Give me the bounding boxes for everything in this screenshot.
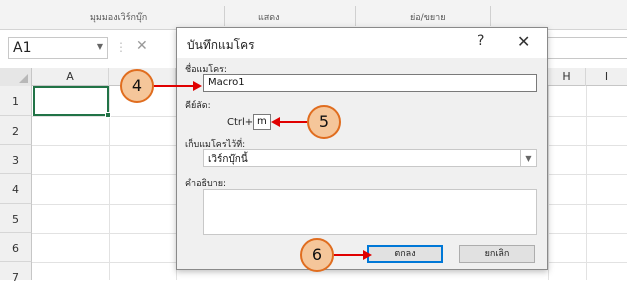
arrow-left-icon [271, 117, 280, 127]
row-header-2[interactable]: 2 [0, 116, 32, 145]
callout-step-5: 5 [307, 105, 341, 139]
select-all-corner[interactable] [0, 68, 32, 86]
ribbon-separator [224, 6, 225, 26]
column-header-a[interactable]: A [32, 68, 109, 86]
shortcut-key-value: m [257, 116, 267, 127]
shortcut-prefix: Ctrl+ [227, 117, 254, 128]
callout-step-4: 4 [120, 69, 154, 103]
row-header-3[interactable]: 3 [0, 145, 32, 174]
chevron-down-icon[interactable]: ▼ [520, 150, 536, 166]
arrow-right-icon [363, 250, 372, 260]
ribbon-group-zoom: ย่อ/ขยาย [410, 13, 446, 23]
ribbon-group-workbook-views: มุมมองเวิร์กบุ๊ก [90, 13, 148, 23]
macro-name-value: Macro1 [208, 77, 245, 88]
fill-handle[interactable] [105, 112, 111, 118]
store-macro-dropdown[interactable]: เวิร์กบุ๊กนี้ ▼ [203, 149, 537, 167]
ribbon-separator [355, 6, 356, 26]
select-all-triangle-icon [19, 74, 28, 83]
row-header-4[interactable]: 4 [0, 174, 32, 204]
ribbon-separator [490, 6, 491, 26]
ribbon-group-strip: มุมมองเวิร์กบุ๊ก แสดง ย่อ/ขยาย [0, 0, 627, 30]
record-macro-dialog: บันทึกแมโคร ? ✕ ชื่อแมโคร: Macro1 คีย์ลั… [176, 27, 548, 270]
close-icon[interactable]: ✕ [517, 32, 530, 51]
column-header-i[interactable]: I [586, 68, 627, 86]
callout-step-6: 6 [300, 238, 334, 272]
row-header-6[interactable]: 6 [0, 233, 32, 262]
macro-name-input[interactable]: Macro1 [203, 74, 537, 92]
selected-cell-a1[interactable] [33, 86, 111, 118]
column-header-h[interactable]: H [548, 68, 586, 86]
ribbon-group-show: แสดง [258, 13, 280, 23]
callout-arrow [334, 254, 364, 256]
cancel-button[interactable]: ยกเลิก [459, 245, 535, 263]
description-textarea[interactable] [203, 189, 537, 235]
name-box-value: A1 [13, 40, 32, 56]
arrow-right-icon [193, 81, 202, 91]
grid-line [548, 86, 549, 280]
row-header-5[interactable]: 5 [0, 204, 32, 233]
shortcut-key-input[interactable]: m [253, 114, 271, 130]
dialog-title: บันทึกแมโคร [187, 38, 255, 52]
chevron-down-icon[interactable]: ▼ [97, 42, 103, 51]
name-box[interactable]: A1 ▼ [8, 37, 108, 59]
shortcut-key-label: คีย์ลัด: [185, 101, 211, 111]
callout-arrow [279, 121, 307, 123]
ok-button[interactable]: ตกลง [367, 245, 443, 263]
help-icon[interactable]: ? [477, 33, 484, 49]
row-header-7[interactable]: 7 [0, 262, 32, 284]
callout-arrow [154, 85, 194, 87]
grid-line [586, 86, 587, 280]
description-label: คำอธิบาย: [185, 179, 227, 189]
store-macro-value: เวิร์กบุ๊กนี้ [208, 154, 248, 165]
dialog-titlebar[interactable]: บันทึกแมโคร ? ✕ [177, 28, 547, 58]
cancel-entry-icon[interactable]: ✕ [136, 38, 148, 54]
row-header-1[interactable]: 1 [0, 86, 32, 116]
formula-bar-grip-icon: ⋮ [115, 40, 127, 54]
